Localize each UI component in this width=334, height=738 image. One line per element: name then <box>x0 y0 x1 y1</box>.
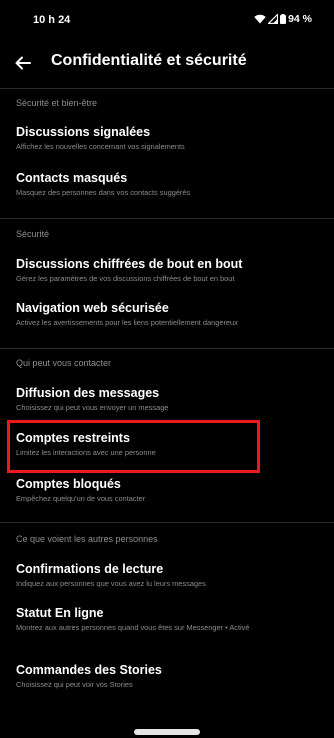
setting-subtitle: Activez les avertissements pour les lien… <box>16 318 238 327</box>
wifi-icon <box>254 14 266 24</box>
divider <box>0 348 334 349</box>
section-label-security-wellbeing: Sécurité et bien-être <box>16 98 98 108</box>
battery-level: 94 % <box>288 13 312 25</box>
status-icons: 94 % <box>254 13 312 25</box>
setting-subtitle: Masquez des personnes dans vos contacts … <box>16 188 191 197</box>
status-bar: 10 h 24 94 % <box>0 0 334 38</box>
setting-title: Navigation web sécurisée <box>16 301 169 315</box>
divider <box>0 522 334 523</box>
setting-title: Diffusion des messages <box>16 386 160 400</box>
setting-subtitle: Choisissez qui peut vous envoyer un mess… <box>16 403 169 412</box>
setting-title: Statut En ligne <box>16 606 104 620</box>
setting-subtitle: Choisissez qui peut voir vos Stories <box>16 680 133 689</box>
setting-message-delivery[interactable]: Diffusion des messages Choisissez qui pe… <box>0 386 334 422</box>
battery-icon <box>280 14 287 24</box>
divider <box>0 88 334 89</box>
back-arrow-icon[interactable] <box>13 53 33 73</box>
section-label-who-can-contact: Qui peut vous contacter <box>16 358 112 368</box>
setting-blocked-accounts[interactable]: Comptes bloqués Empêchez quelqu'un de vo… <box>0 477 334 513</box>
setting-title: Contacts masqués <box>16 171 128 185</box>
divider <box>0 218 334 219</box>
setting-title: Discussions signalées <box>16 125 151 139</box>
setting-hidden-contacts[interactable]: Contacts masqués Masquez des personnes d… <box>0 171 334 207</box>
signal-icon <box>268 14 279 24</box>
setting-reported-chats[interactable]: Discussions signalées Affichez les nouve… <box>0 125 334 161</box>
setting-title: Comptes bloqués <box>16 477 121 491</box>
section-label-security: Sécurité <box>16 229 50 239</box>
setting-story-controls[interactable]: Commandes des Stories Choisissez qui peu… <box>0 663 334 699</box>
setting-title: Discussions chiffrées de bout en bout <box>16 257 243 271</box>
highlight-box <box>7 420 260 473</box>
setting-encrypted-chats[interactable]: Discussions chiffrées de bout en bout Gé… <box>0 257 334 293</box>
setting-read-receipts[interactable]: Confirmations de lecture Indiquez aux pe… <box>0 562 334 598</box>
app-bar: Confidentialité et sécurité <box>0 44 334 80</box>
setting-title: Commandes des Stories <box>16 663 162 677</box>
setting-subtitle: Empêchez quelqu'un de vous contacter <box>16 494 146 503</box>
status-time: 10 h 24 <box>33 14 71 26</box>
setting-subtitle: Montrez aux autres personnes quand vous … <box>16 623 250 632</box>
setting-safe-browsing[interactable]: Navigation web sécurisée Activez les ave… <box>0 301 334 337</box>
page-title: Confidentialité et sécurité <box>51 52 247 69</box>
setting-title: Confirmations de lecture <box>16 562 164 576</box>
setting-subtitle: Gérez les paramètres de vos discussions … <box>16 274 235 283</box>
home-indicator[interactable] <box>134 729 200 735</box>
setting-online-status[interactable]: Statut En ligne Montrez aux autres perso… <box>0 606 334 642</box>
setting-subtitle: Indiquez aux personnes que vous avez lu … <box>16 579 206 588</box>
section-label-what-others-see: Ce que voient les autres personnes <box>16 534 158 544</box>
setting-subtitle: Affichez les nouvelles concernant vos si… <box>16 142 185 151</box>
